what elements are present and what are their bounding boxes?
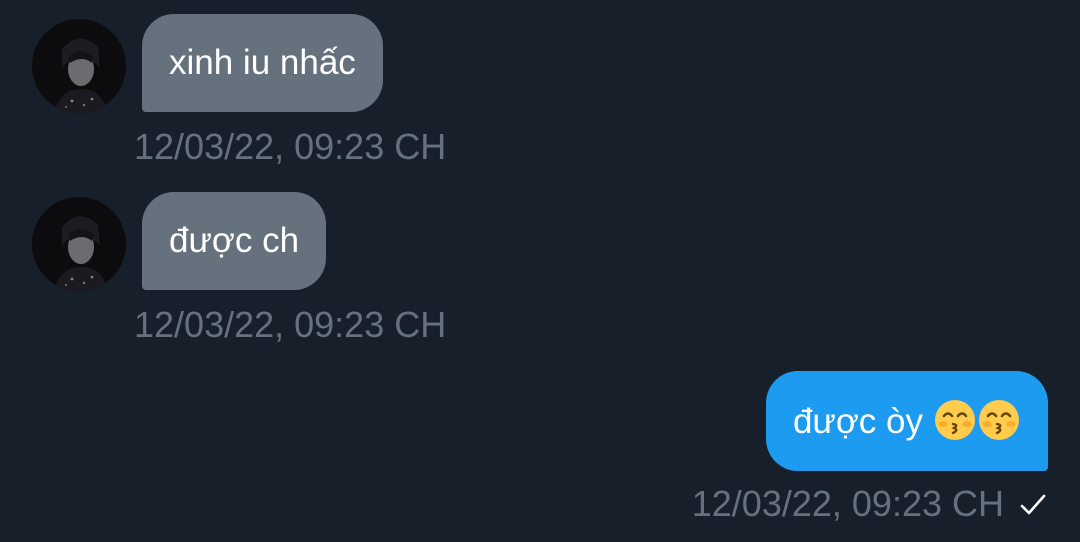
kissing-face-with-smiling-eyes-icon: [979, 400, 1019, 440]
message-bubble-outgoing[interactable]: được òy: [765, 371, 1048, 471]
message-text: được òy: [792, 402, 923, 441]
avatar[interactable]: [32, 197, 126, 291]
message-timestamp: 12/03/22, 09:23 CH: [134, 304, 447, 345]
profile-photo-icon: [32, 197, 126, 291]
chat-thread: xinh iu nhấc 12/03/22, 09:23 CH được ch …: [0, 0, 1080, 542]
emoji-group: [933, 398, 1021, 442]
profile-photo-icon: [32, 19, 126, 113]
message-timestamp-row: 12/03/22, 09:23 CH: [692, 484, 1048, 524]
checkmark-icon: [1020, 494, 1046, 515]
message-text: được ch: [169, 221, 300, 260]
message-timestamp: 12/03/22, 09:23 CH: [134, 126, 447, 167]
message-bubble-incoming[interactable]: xinh iu nhấc: [142, 14, 383, 112]
kissing-face-with-smiling-eyes-icon: [935, 400, 975, 440]
message-text: xinh iu nhấc: [169, 43, 356, 82]
message-bubble-incoming[interactable]: được ch: [142, 192, 327, 290]
avatar[interactable]: [32, 19, 126, 113]
message-timestamp: 12/03/22, 09:23 CH: [691, 483, 1004, 524]
